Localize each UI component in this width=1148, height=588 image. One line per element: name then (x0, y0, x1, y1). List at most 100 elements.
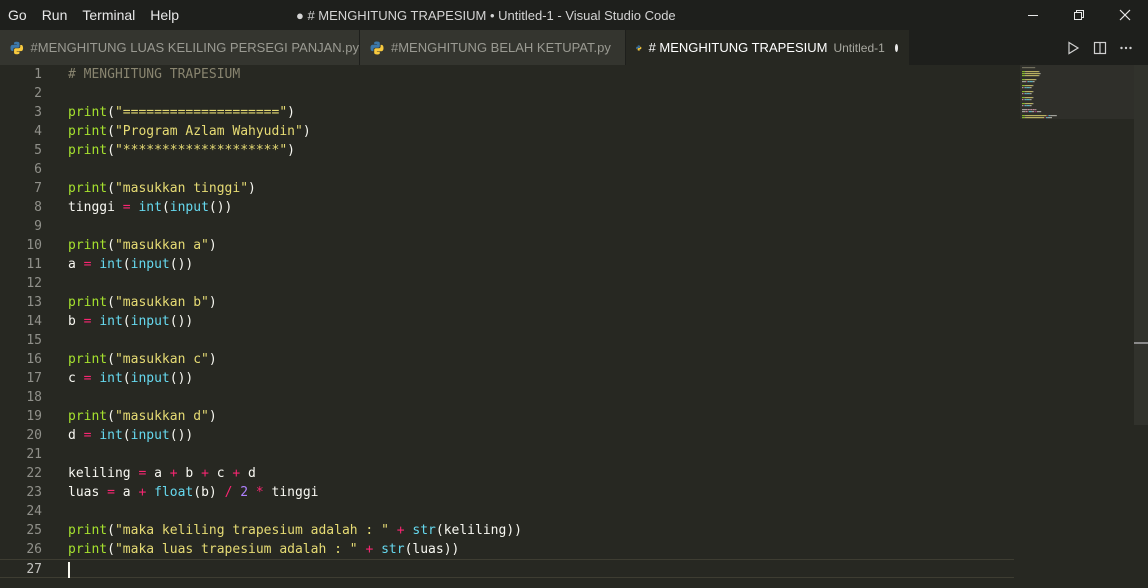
tab-belah-ketupat[interactable]: #MENGHITUNG BELAH KETUPAT.py (360, 30, 626, 65)
cursor-position-marker (1134, 342, 1148, 344)
code-line[interactable]: 13 print("masukkan b") (0, 293, 1014, 312)
line-number: 15 (26, 333, 42, 348)
minimap-token (1032, 97, 1034, 99)
close-window-button[interactable] (1102, 0, 1148, 30)
menu-terminal[interactable]: Terminal (74, 0, 142, 30)
code-line[interactable]: 20 d = int(input()) (0, 426, 1014, 445)
minimap-token (1025, 97, 1033, 99)
code-line[interactable]: 19 print("masukkan d") (0, 407, 1014, 426)
code-line[interactable]: 23 luas = a + float(b) / 2 * tinggi (0, 483, 1014, 502)
tab-persegi-panjang[interactable]: #MENGHITUNG LUAS KELILING PERSEGI PANJAN… (0, 30, 360, 65)
line-number: 6 (34, 162, 42, 177)
line-number: 23 (26, 485, 42, 500)
minimap-token (1025, 111, 1026, 113)
minimap-token (1032, 109, 1033, 111)
line-number: 9 (34, 219, 42, 234)
code-line[interactable]: 6 (0, 160, 1014, 179)
line-number: 21 (26, 447, 42, 462)
code-line[interactable]: 1 # MENGHITUNG TRAPESIUM (0, 65, 1014, 84)
minimap-token (1029, 109, 1031, 111)
code-text: d = int(input()) (68, 428, 194, 443)
code-line[interactable]: 17 c = int(input()) (0, 369, 1014, 388)
minimap-token (1026, 93, 1027, 95)
minimap-token (1038, 71, 1040, 73)
minimap-token (1025, 75, 1039, 77)
minimap-token (1032, 85, 1034, 87)
code-line[interactable]: 10 print("masukkan a") (0, 236, 1014, 255)
minimap-token (1025, 103, 1026, 105)
code-line[interactable]: 22 keliling = a + b + c + d (0, 464, 1014, 483)
minimap-token (1022, 93, 1024, 95)
line-number: 20 (26, 428, 42, 443)
code-line[interactable]: 4 print("Program Azlam Wahyudin") (0, 122, 1014, 141)
code-line[interactable]: 11 a = int(input()) (0, 255, 1014, 274)
unsaved-dot-icon[interactable] (894, 43, 898, 52)
minimap-token (1044, 117, 1046, 119)
code-line[interactable]: 24 (0, 502, 1014, 521)
minimap-token (1026, 99, 1030, 101)
minimap-token (1025, 73, 1026, 75)
line-number: 14 (26, 314, 42, 329)
minimap-token (1022, 87, 1024, 89)
more-actions-button[interactable] (1115, 37, 1137, 59)
menu-help[interactable]: Help (142, 0, 186, 30)
scrollbar-thumb[interactable] (1134, 65, 1148, 425)
code-line[interactable]: 14 b = int(input()) (0, 312, 1014, 331)
menu-go[interactable]: Go (0, 0, 34, 30)
line-number: 7 (34, 181, 42, 196)
line-number: 4 (34, 124, 42, 139)
minimap-token (1024, 87, 1027, 89)
line-number: 17 (26, 371, 42, 386)
minimize-icon (1028, 15, 1038, 16)
minimap-token (1025, 91, 1033, 93)
code-line[interactable]: 5 print("********************") (0, 141, 1014, 160)
tab-trapesium[interactable]: # MENGHITUNG TRAPESIUM Untitled-1 (626, 30, 910, 65)
minimap-token (1022, 85, 1025, 87)
minimap-token (1029, 105, 1032, 107)
code-line[interactable]: 9 (0, 217, 1014, 236)
code-line[interactable]: 26 print("maka luas trapesium adalah : " … (0, 540, 1014, 559)
code-line[interactable]: 15 (0, 331, 1014, 350)
play-icon (1068, 40, 1080, 55)
run-button[interactable] (1062, 37, 1084, 59)
text-cursor (68, 562, 70, 578)
code-line[interactable]: 18 (0, 388, 1014, 407)
code-line[interactable]: 8 tinggi = int(input()) (0, 198, 1014, 217)
code-line[interactable]: 25 print("maka keliling trapesium adalah … (0, 521, 1014, 540)
menu-run[interactable]: Run (34, 0, 75, 30)
title-bar: Go Run Terminal Help ● # MENGHITUNG TRAP… (0, 0, 1148, 30)
line-number: 22 (26, 466, 42, 481)
code-line[interactable]: 27 (0, 559, 1014, 578)
code-line[interactable]: 7 print("masukkan tinggi") (0, 179, 1014, 198)
minimap-token (1022, 71, 1025, 73)
minimap-token (1029, 99, 1032, 101)
code-line[interactable]: 2 (0, 84, 1014, 103)
code-line[interactable]: 3 print("====================") (0, 103, 1014, 122)
minimap-token (1023, 93, 1024, 95)
split-editor-icon (1093, 41, 1107, 54)
minimap-token (1031, 111, 1034, 113)
minimap-token (1047, 115, 1048, 117)
minimap-token (1026, 81, 1027, 83)
code-text: print("maka luas trapesium adalah : " + … (68, 542, 460, 557)
minimap-token (1022, 109, 1028, 111)
split-editor-button[interactable] (1089, 37, 1111, 59)
minimap-token (1026, 99, 1027, 101)
minimap-token (1034, 109, 1036, 111)
line-number: 8 (34, 200, 42, 215)
minimap[interactable] (1020, 65, 1134, 125)
minimap-token (1025, 117, 1045, 119)
code-line[interactable]: 12 (0, 274, 1014, 293)
code-line[interactable]: 16 print("masukkan c") (0, 350, 1014, 369)
code-line[interactable]: 21 (0, 445, 1014, 464)
restore-button[interactable] (1056, 0, 1102, 30)
minimap-token (1025, 71, 1026, 73)
minimize-button[interactable] (1010, 0, 1056, 30)
minimap-token (1028, 111, 1032, 113)
vertical-scrollbar[interactable] (1134, 65, 1148, 588)
code-editor[interactable]: 1 # MENGHITUNG TRAPESIUM 2 3 print("========… (0, 65, 1014, 588)
minimap-token (1038, 75, 1040, 77)
minimap-token (1024, 105, 1027, 107)
code-text: print("Program Azlam Wahyudin") (68, 124, 311, 139)
minimap-token (1025, 97, 1026, 99)
